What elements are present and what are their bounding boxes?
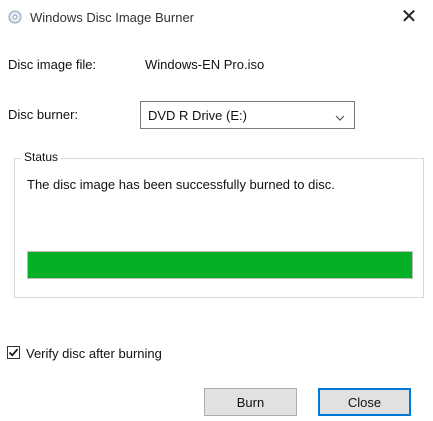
verify-disc-checkbox[interactable] bbox=[7, 346, 20, 359]
disc-image-file-value: Windows-EN Pro.iso bbox=[145, 57, 265, 72]
close-button[interactable]: Close bbox=[318, 388, 411, 416]
status-message: The disc image has been successfully bur… bbox=[27, 177, 335, 192]
disc-burner-window: Windows Disc Image Burner ✕ Disc image f… bbox=[0, 0, 433, 421]
burn-button[interactable]: Burn bbox=[204, 388, 297, 416]
window-title: Windows Disc Image Burner bbox=[30, 10, 194, 25]
burn-progress-fill bbox=[28, 252, 412, 278]
burn-progress-bar bbox=[27, 251, 413, 279]
verify-disc-label[interactable]: Verify disc after burning bbox=[26, 346, 162, 361]
chevron-down-icon bbox=[334, 110, 346, 121]
status-legend: Status bbox=[21, 150, 62, 164]
close-icon[interactable]: ✕ bbox=[395, 4, 423, 30]
disc-burner-label: Disc burner: bbox=[8, 107, 79, 122]
disc-burner-selected-value: DVD R Drive (E:) bbox=[148, 108, 247, 123]
disc-burner-dropdown[interactable]: DVD R Drive (E:) bbox=[140, 101, 355, 129]
disc-image-file-label: Disc image file: bbox=[8, 57, 97, 72]
title-bar: Windows Disc Image Burner ✕ bbox=[0, 0, 433, 36]
status-group: Status The disc image has been successfu… bbox=[14, 150, 424, 298]
disc-burner-icon bbox=[8, 10, 22, 24]
